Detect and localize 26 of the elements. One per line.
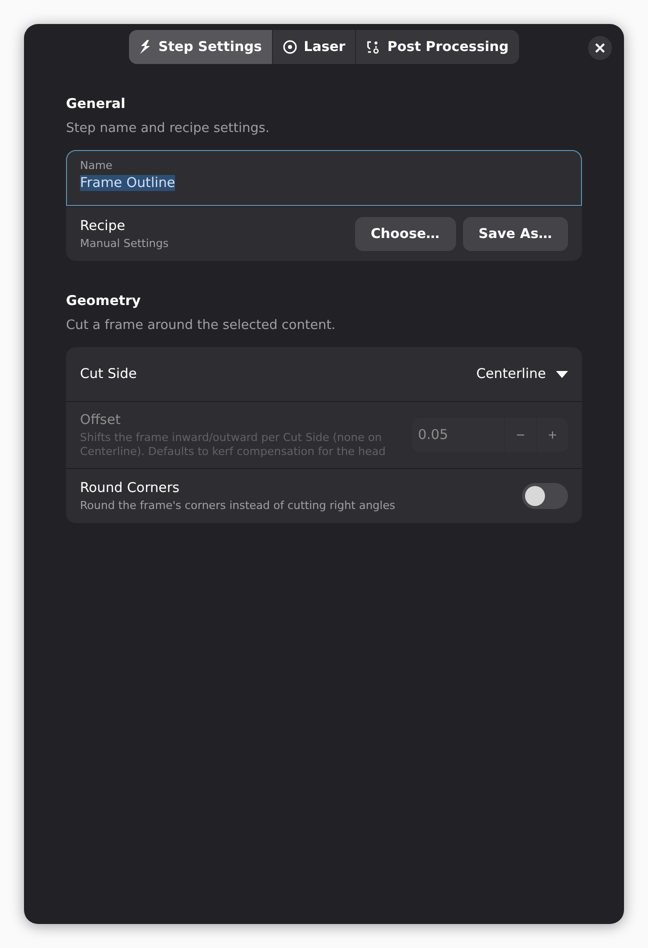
field-label: Name: [80, 159, 114, 172]
row-button[interactable]: Save As…: [462, 217, 568, 251]
close-icon: [595, 43, 605, 53]
flow-icon: [366, 40, 380, 54]
row-title: Round Corners: [80, 480, 180, 496]
tab[interactable]: Post Processing: [355, 30, 519, 64]
row-description: Manual Settings: [80, 236, 170, 250]
field-value: Frame Outline: [80, 175, 176, 191]
bolt-icon: [139, 40, 152, 54]
row-description: Round the frame's corners instead of cutting right angles: [80, 498, 396, 512]
tab[interactable]: Laser: [272, 30, 356, 64]
section-description: Step name and recipe settings.: [66, 121, 270, 136]
tab[interactable]: Step Settings: [129, 30, 272, 64]
row-title: Offset: [80, 412, 122, 428]
name-field[interactable]: Name Frame Outline: [66, 150, 582, 206]
caret-icon: [556, 370, 568, 378]
toggle-switch[interactable]: [522, 483, 568, 509]
row-title: Cut Side: [80, 366, 138, 382]
row-button[interactable]: Choose…: [354, 217, 456, 251]
section-title: General: [66, 96, 126, 112]
target-icon: [282, 40, 297, 54]
cut-side-dropdown[interactable]: Centerline: [476, 366, 568, 382]
section-title: Geometry: [66, 293, 142, 309]
close-button[interactable]: [588, 36, 612, 60]
section-description: Cut a frame around the selected content.: [66, 318, 337, 333]
row-title: Recipe: [80, 218, 126, 234]
